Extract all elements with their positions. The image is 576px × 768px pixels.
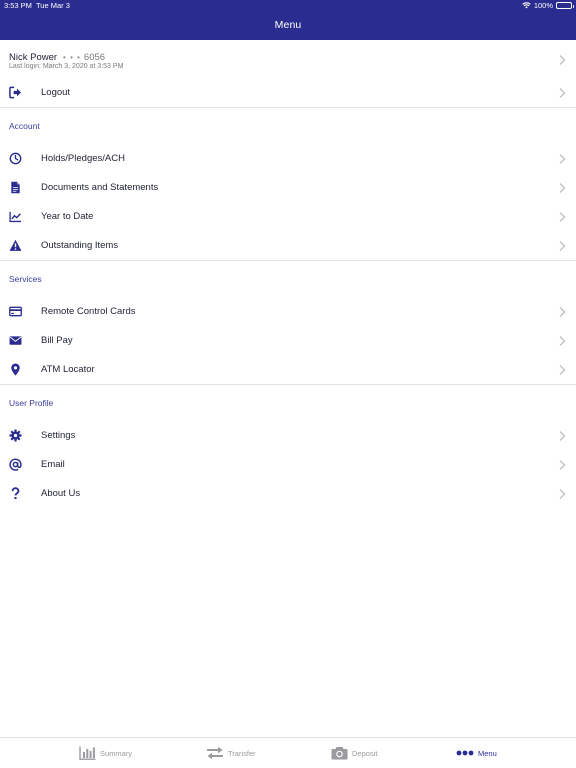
app-header: 3:53 PM Tue Mar 3 100% Menu bbox=[0, 0, 576, 40]
battery-icon bbox=[556, 2, 574, 9]
status-time: 3:53 PM Tue Mar 3 bbox=[4, 1, 70, 10]
section-header-account: Account bbox=[0, 108, 576, 144]
tab-summary[interactable]: Summary bbox=[79, 744, 132, 762]
transfer-arrows-icon bbox=[207, 746, 223, 760]
status-indicators: 100% bbox=[522, 1, 574, 10]
tab-label: Transfer bbox=[228, 748, 256, 758]
menu-item-label: Holds/Pledges/ACH bbox=[41, 153, 125, 164]
status-bar: 3:53 PM Tue Mar 3 100% bbox=[0, 0, 576, 12]
credit-card-icon bbox=[9, 306, 22, 317]
menu-list: Nick Power • • • 6056 Last login: March 3,… bbox=[0, 40, 576, 508]
account-mask-dots: • • • bbox=[63, 53, 81, 62]
tab-deposit[interactable]: Deposit bbox=[331, 744, 377, 762]
menu-item-year-to-date[interactable]: Year to Date bbox=[0, 202, 576, 231]
menu-item-outstanding[interactable]: Outstanding Items bbox=[0, 231, 576, 260]
logout-label: Logout bbox=[41, 87, 71, 98]
chevron-right-icon bbox=[559, 460, 566, 470]
warning-icon bbox=[9, 239, 22, 251]
map-pin-icon bbox=[11, 363, 20, 376]
menu-item-label: About Us bbox=[41, 488, 81, 499]
gear-icon bbox=[9, 429, 22, 442]
section-title: User Profile bbox=[9, 398, 54, 408]
more-dots-icon bbox=[456, 750, 474, 756]
menu-item-email[interactable]: Email bbox=[0, 450, 576, 479]
profile-row[interactable]: Nick Power • • • 6056 Last login: March 3,… bbox=[0, 40, 576, 78]
tab-label: Deposit bbox=[352, 748, 378, 758]
section-header-services: Services bbox=[0, 261, 576, 297]
chevron-right-icon bbox=[559, 88, 566, 98]
camera-icon bbox=[331, 747, 348, 760]
chevron-right-icon bbox=[559, 212, 566, 222]
section-title: Account bbox=[9, 121, 40, 131]
menu-item-label: Email bbox=[41, 459, 65, 470]
menu-item-about-us[interactable]: About Us bbox=[0, 479, 576, 508]
status-date: Tue Mar 3 bbox=[35, 1, 70, 10]
section-title: Services bbox=[9, 274, 42, 284]
menu-item-settings[interactable]: Settings bbox=[0, 421, 576, 450]
chevron-right-icon bbox=[559, 55, 566, 65]
tab-label: Menu bbox=[478, 748, 497, 758]
tab-menu[interactable]: Menu bbox=[456, 744, 497, 762]
envelope-icon bbox=[9, 336, 22, 345]
logout-row[interactable]: Logout bbox=[0, 78, 576, 107]
page-title: Menu bbox=[274, 19, 302, 31]
chevron-right-icon bbox=[559, 307, 566, 317]
chevron-right-icon bbox=[559, 431, 566, 441]
menu-item-label: Remote Control Cards bbox=[41, 306, 136, 317]
wifi-icon bbox=[522, 2, 531, 9]
chevron-right-icon bbox=[559, 489, 566, 499]
document-icon bbox=[11, 181, 20, 194]
tab-bar: Summary Transfer Deposit Menu bbox=[0, 737, 576, 768]
menu-item-label: Outstanding Items bbox=[41, 240, 119, 251]
menu-item-remote-control-cards[interactable]: Remote Control Cards bbox=[0, 297, 576, 326]
profile-name-line: Nick Power • • • 6056 bbox=[9, 52, 105, 63]
chevron-right-icon bbox=[559, 241, 566, 251]
menu-item-label: ATM Locator bbox=[41, 364, 95, 375]
clock-icon bbox=[9, 152, 22, 165]
menu-item-label: Bill Pay bbox=[41, 335, 73, 346]
menu-item-label: Year to Date bbox=[41, 211, 94, 222]
line-chart-icon bbox=[9, 211, 22, 223]
chevron-right-icon bbox=[559, 336, 566, 346]
at-sign-icon bbox=[9, 458, 22, 471]
section-header-user-profile: User Profile bbox=[0, 385, 576, 421]
battery-percent: 100% bbox=[533, 1, 553, 10]
menu-item-label: Documents and Statements bbox=[41, 182, 159, 193]
logout-icon bbox=[9, 86, 22, 99]
account-suffix: 6056 bbox=[83, 52, 106, 63]
menu-item-atm-locator[interactable]: ATM Locator bbox=[0, 355, 576, 384]
question-mark-icon bbox=[11, 487, 20, 500]
chevron-right-icon bbox=[559, 365, 566, 375]
last-login: Last login: March 3, 2020 at 3:53 PM bbox=[9, 63, 124, 70]
chevron-right-icon bbox=[559, 154, 566, 164]
chevron-right-icon bbox=[559, 183, 566, 193]
tab-transfer[interactable]: Transfer bbox=[206, 744, 256, 762]
bar-chart-icon bbox=[79, 746, 96, 760]
menu-item-label: Settings bbox=[41, 430, 76, 441]
profile-name: Nick Power bbox=[9, 52, 58, 63]
status-clock: 3:53 PM bbox=[4, 1, 32, 10]
tab-label: Summary bbox=[100, 748, 133, 758]
menu-item-bill-pay[interactable]: Bill Pay bbox=[0, 326, 576, 355]
menu-item-documents[interactable]: Documents and Statements bbox=[0, 173, 576, 202]
menu-item-holds[interactable]: Holds/Pledges/ACH bbox=[0, 144, 576, 173]
